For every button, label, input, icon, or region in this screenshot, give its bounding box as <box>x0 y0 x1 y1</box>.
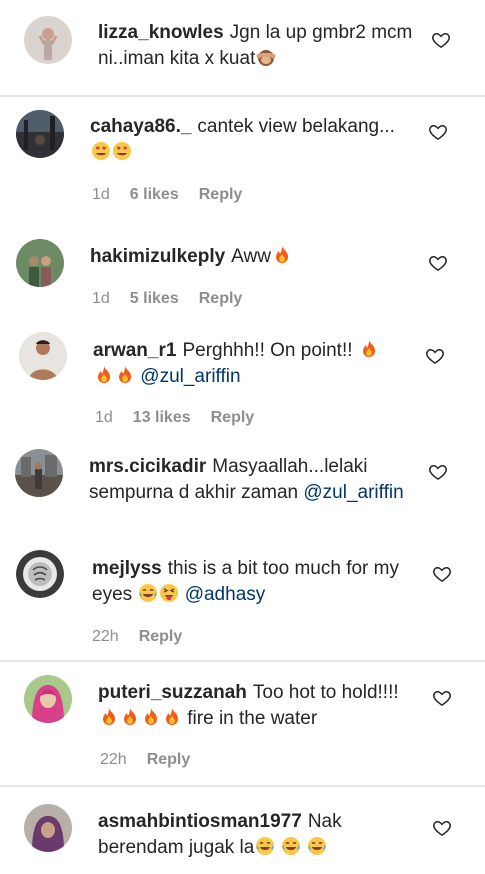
mention-link[interactable]: @zul_ariffin <box>303 482 403 503</box>
comment-likes[interactable]: 6 likes <box>130 186 179 203</box>
fire-emoji <box>99 707 119 727</box>
comment-meta: 22h Reply <box>92 627 182 647</box>
fire-emoji <box>272 245 292 265</box>
comment-meta: 1d 6 likes Reply <box>92 185 242 205</box>
comment-divider <box>0 785 485 787</box>
comment-time: 1d <box>92 186 110 203</box>
comment-username[interactable]: mrs.cicikadir <box>89 456 206 477</box>
comment-time: 22h <box>100 751 127 768</box>
avatar[interactable] <box>24 16 72 64</box>
reply-button[interactable]: Reply <box>139 628 183 645</box>
tears-of-joy-emoji <box>255 836 275 856</box>
comment-likes[interactable]: 5 likes <box>130 290 179 307</box>
comment-meta: 1d 5 likes Reply <box>92 289 242 309</box>
tears-of-joy-emoji <box>281 836 301 856</box>
avatar[interactable] <box>16 550 64 598</box>
fire-emoji <box>115 365 135 385</box>
comment-username[interactable]: asmahbintiosman1977 <box>98 811 302 832</box>
heart-outline-icon[interactable] <box>432 818 452 838</box>
tears-of-joy-emoji <box>138 583 158 603</box>
comment-meta: 1d 13 likes Reply <box>95 408 254 428</box>
comment-text: lizza_knowles Jgn la up gmbr2 mcm ni..ima… <box>98 20 428 72</box>
comment-username[interactable]: hakimizulkeply <box>90 246 225 267</box>
reply-button[interactable]: Reply <box>147 751 191 768</box>
avatar[interactable] <box>24 804 72 852</box>
comment-body: Aww <box>231 246 271 267</box>
comment-body-continued: fire in the water <box>187 708 318 729</box>
comment-username[interactable]: lizza_knowles <box>98 22 224 43</box>
comment-username[interactable]: arwan_r1 <box>93 340 176 361</box>
comment-divider <box>0 95 485 97</box>
comment-time: 1d <box>95 409 113 426</box>
reply-button[interactable]: Reply <box>211 409 255 426</box>
comment-time: 1d <box>92 290 110 307</box>
mention-link[interactable]: @zul_ariffin <box>140 366 240 387</box>
heart-outline-icon[interactable] <box>428 122 448 142</box>
comment-body: Too hot to hold!!!! <box>252 682 399 703</box>
see-no-evil-monkey-emoji <box>256 47 276 67</box>
heart-outline-icon[interactable] <box>432 564 452 584</box>
heart-eyes-emoji <box>112 141 132 161</box>
avatar[interactable] <box>15 449 63 497</box>
comment-text: cahaya86._ cantek view belakang... <box>90 114 410 166</box>
heart-outline-icon[interactable] <box>432 688 452 708</box>
comment-divider <box>0 660 485 662</box>
avatar[interactable] <box>16 239 64 287</box>
avatar[interactable] <box>19 332 67 380</box>
comment-text: mrs.cicikadir Masyaallah...lelaki sempurn… <box>89 454 409 506</box>
comment-likes[interactable]: 13 likes <box>133 409 191 426</box>
fire-emoji <box>162 707 182 727</box>
avatar[interactable] <box>16 110 64 158</box>
heart-outline-icon[interactable] <box>428 253 448 273</box>
heart-outline-icon[interactable] <box>428 462 448 482</box>
fire-emoji <box>120 707 140 727</box>
comment-time: 22h <box>92 628 119 645</box>
comment-text: hakimizulkeply Aww <box>90 244 420 270</box>
comment-username[interactable]: puteri_suzzanah <box>98 682 247 703</box>
reply-button[interactable]: Reply <box>199 186 243 203</box>
comment-text: arwan_r1 Perghhh!! On point!! @zul_ariffi… <box>93 338 403 390</box>
fire-emoji <box>94 365 114 385</box>
tears-of-joy-emoji <box>307 836 327 856</box>
comment-body: Perghhh!! On point!! <box>182 340 353 361</box>
heart-outline-icon[interactable] <box>431 30 451 50</box>
heart-outline-icon[interactable] <box>425 346 445 366</box>
fire-emoji <box>141 707 161 727</box>
comment-text: asmahbintiosman1977 Nak berendam jugak la <box>98 809 418 861</box>
comment-username[interactable]: cahaya86._ <box>90 116 191 137</box>
comment-text: mejlyss this is a bit too much for my eye… <box>92 556 402 608</box>
squinting-tongue-emoji <box>159 583 179 603</box>
comment-meta: 22h Reply <box>100 750 190 770</box>
comment-text: puteri_suzzanah Too hot to hold!!!! fire … <box>98 680 418 732</box>
comment-body: cantek view belakang... <box>197 116 395 137</box>
heart-eyes-emoji <box>91 141 111 161</box>
comment-username[interactable]: mejlyss <box>92 558 162 579</box>
avatar[interactable] <box>24 675 72 723</box>
reply-button[interactable]: Reply <box>199 290 243 307</box>
mention-link[interactable]: @adhasy <box>185 584 266 605</box>
fire-emoji <box>359 339 379 359</box>
